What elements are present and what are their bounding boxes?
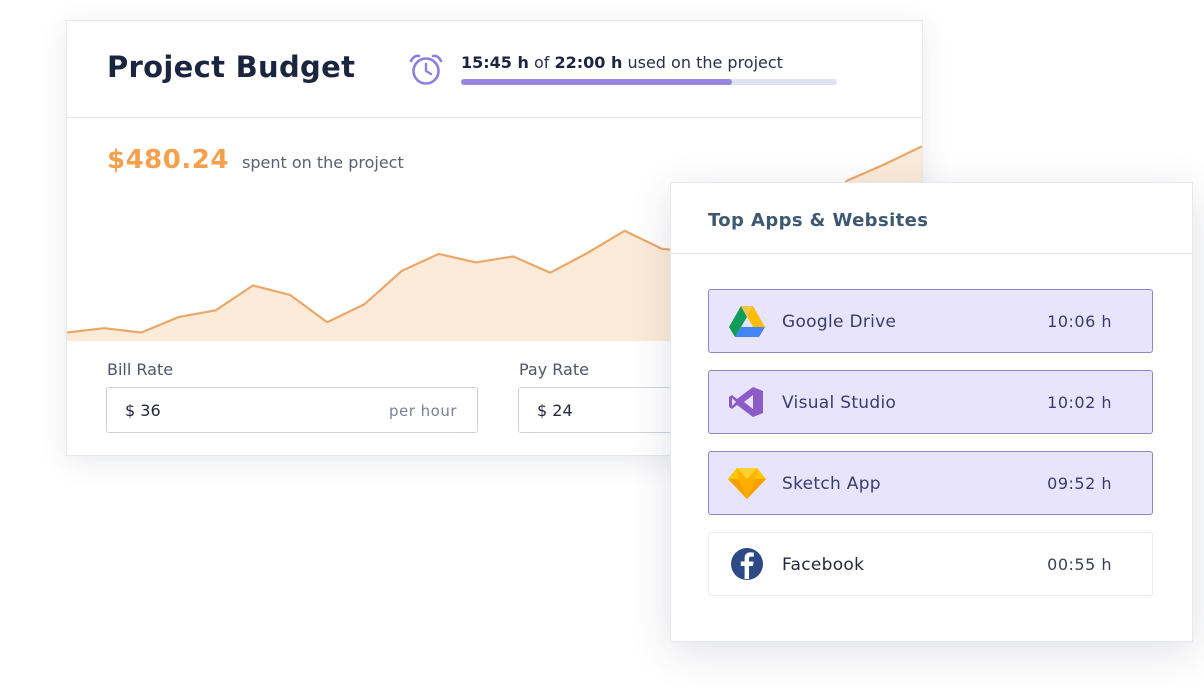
budget-header: Project Budget 15:45 h of 22:00 h used o… — [67, 21, 922, 118]
budget-title: Project Budget — [107, 50, 356, 84]
app-name: Google Drive — [782, 312, 897, 332]
bill-rate-suffix: per hour — [388, 402, 457, 420]
visual-studio-icon — [729, 387, 763, 417]
hours-progress-bar — [461, 79, 837, 85]
app-name: Facebook — [782, 555, 865, 575]
hours-progress-fill — [461, 79, 732, 85]
hours-of-word: of — [533, 53, 550, 72]
facebook-icon — [731, 548, 763, 580]
app-row-google-drive[interactable]: Google Drive 10:06 h — [708, 289, 1153, 353]
app-time: 00:55 h — [1047, 555, 1112, 574]
hours-total-value: 22:00 h — [554, 53, 623, 72]
app-time: 09:52 h — [1047, 474, 1112, 493]
alarm-clock-icon — [409, 54, 443, 85]
sketch-icon — [728, 468, 766, 499]
app-time: 10:02 h — [1047, 393, 1112, 412]
app-row-facebook[interactable]: Facebook 00:55 h — [708, 532, 1153, 596]
app-row-visual-studio[interactable]: Visual Studio 10:02 h — [708, 370, 1153, 434]
apps-title: Top Apps & Websites — [708, 210, 929, 231]
spent-label: spent on the project — [242, 153, 404, 172]
pay-rate-label: Pay Rate — [519, 360, 589, 379]
spent-amount: $480.24 — [107, 145, 229, 175]
bill-rate-input[interactable]: $ 36 per hour — [106, 387, 478, 433]
apps-header: Top Apps & Websites — [671, 183, 1192, 254]
hours-used-text: 15:45 h of 22:00 h used on the project — [461, 53, 783, 72]
bill-rate-value: $ 36 — [125, 401, 161, 420]
pay-rate-value: $ 24 — [537, 401, 573, 420]
top-apps-card: Top Apps & Websites Google Drive 10:06 h… — [670, 182, 1193, 642]
app-name: Sketch App — [782, 474, 881, 494]
bill-rate-label: Bill Rate — [107, 360, 174, 379]
hours-used-value: 15:45 h — [461, 53, 529, 72]
hours-suffix: used on the project — [627, 53, 783, 72]
app-name: Visual Studio — [782, 393, 897, 413]
google-drive-icon — [729, 306, 765, 337]
spent-summary: $480.24 spent on the project — [107, 145, 404, 175]
app-time: 10:06 h — [1047, 312, 1112, 331]
app-row-sketch[interactable]: Sketch App 09:52 h — [708, 451, 1153, 515]
